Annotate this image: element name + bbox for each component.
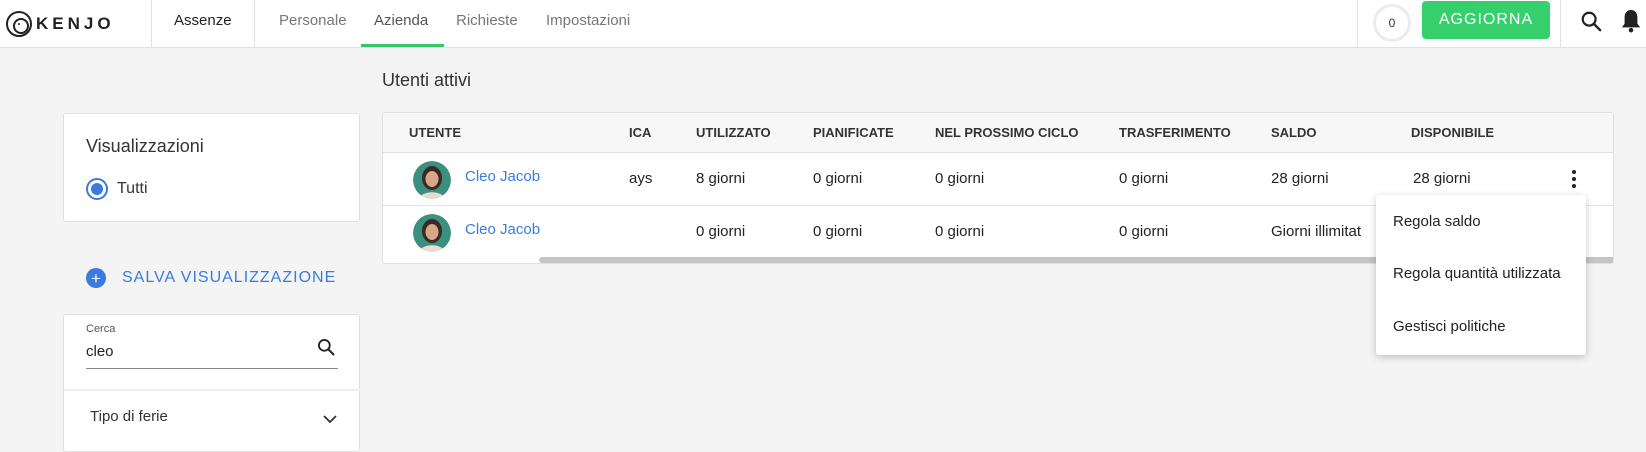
chevron-down-icon[interactable]	[322, 411, 338, 427]
column-header-available[interactable]: DISPONIBILE	[1411, 125, 1494, 140]
views-card: Visualizzazioni Tutti	[63, 113, 360, 222]
divider	[64, 389, 361, 391]
top-bar: KENJO Assenze Personale Azienda Richiest…	[0, 0, 1646, 48]
radio-all-label[interactable]: Tutti	[117, 180, 148, 198]
column-header-balance[interactable]: SALDO	[1271, 125, 1317, 140]
transfer-cell: 0 giorni	[1119, 223, 1169, 240]
kenjo-logo[interactable]: KENJO	[6, 8, 115, 40]
radio-all-selected[interactable]	[86, 178, 108, 200]
views-title: Visualizzazioni	[86, 136, 204, 156]
planned-cell: 0 giorni	[813, 170, 863, 187]
notification-counter[interactable]: 0	[1373, 4, 1411, 42]
planned-cell: 0 giorni	[813, 223, 863, 240]
column-header-next-cycle[interactable]: NEL PROSSIMO CICLO	[935, 125, 1079, 140]
save-view-label: SALVA VISUALIZZAZIONE	[122, 269, 337, 286]
search-icon[interactable]	[316, 337, 336, 357]
page-title: Utenti attivi	[382, 70, 472, 90]
used-cell: 0 giorni	[696, 223, 746, 240]
menu-item-adjust-used[interactable]: Regola quantità utilizzata	[1393, 265, 1561, 282]
search-icon[interactable]	[1580, 10, 1602, 32]
active-tab-indicator	[361, 44, 444, 47]
menu-item-adjust-balance[interactable]: Regola saldo	[1393, 213, 1481, 230]
column-header-transfer[interactable]: TRASFERIMENTO	[1119, 125, 1231, 140]
balance-cell: Giorni illimitat	[1271, 223, 1362, 240]
save-view-button[interactable]: + SALVA VISUALIZZAZIONE	[86, 268, 336, 288]
user-name-link[interactable]: Cleo Jacob	[465, 221, 540, 238]
avatar	[413, 161, 451, 199]
policy-cell: ays	[629, 170, 653, 187]
more-options-icon[interactable]	[1572, 170, 1576, 188]
logo-mark-icon	[6, 11, 32, 37]
column-header-planned[interactable]: PIANIFICATE	[813, 125, 894, 140]
column-header-policy[interactable]: ICA	[629, 125, 651, 140]
tab-azienda[interactable]: Azienda	[374, 12, 428, 29]
used-cell: 8 giorni	[696, 170, 746, 187]
table-header: UTENTE ICA UTILIZZATO PIANIFICATE NEL PR…	[383, 113, 1613, 153]
avatar	[413, 214, 451, 252]
divider	[254, 0, 255, 48]
search-input[interactable]	[86, 343, 316, 360]
section-title[interactable]: Assenze	[174, 12, 232, 29]
column-header-user[interactable]: UTENTE	[409, 125, 461, 140]
search-underline	[86, 368, 338, 369]
divider	[1357, 0, 1358, 48]
balance-cell: 28 giorni	[1271, 170, 1329, 187]
add-circle-icon: +	[86, 268, 106, 288]
divider	[151, 0, 152, 48]
leave-type-filter-label[interactable]: Tipo di ferie	[90, 408, 168, 425]
filter-card: Cerca Tipo di ferie	[63, 314, 361, 452]
tab-richieste[interactable]: Richieste	[456, 12, 518, 29]
user-name-link[interactable]: Cleo Jacob	[465, 168, 540, 185]
column-header-used[interactable]: UTILIZZATO	[696, 125, 771, 140]
menu-item-manage-policies[interactable]: Gestisci politiche	[1393, 318, 1506, 335]
available-cell: 28 giorni	[1413, 170, 1471, 187]
next-cycle-cell: 0 giorni	[935, 170, 985, 187]
tab-personale[interactable]: Personale	[279, 12, 347, 29]
logo-text: KENJO	[36, 14, 115, 33]
transfer-cell: 0 giorni	[1119, 170, 1169, 187]
row-context-menu: Regola saldo Regola quantità utilizzata …	[1376, 195, 1586, 355]
bell-icon[interactable]	[1620, 8, 1642, 34]
tab-impostazioni[interactable]: Impostazioni	[546, 12, 630, 29]
search-field-label: Cerca	[86, 323, 116, 335]
divider	[1560, 0, 1561, 48]
next-cycle-cell: 0 giorni	[935, 223, 985, 240]
update-button[interactable]: AGGIORNA	[1422, 1, 1550, 39]
